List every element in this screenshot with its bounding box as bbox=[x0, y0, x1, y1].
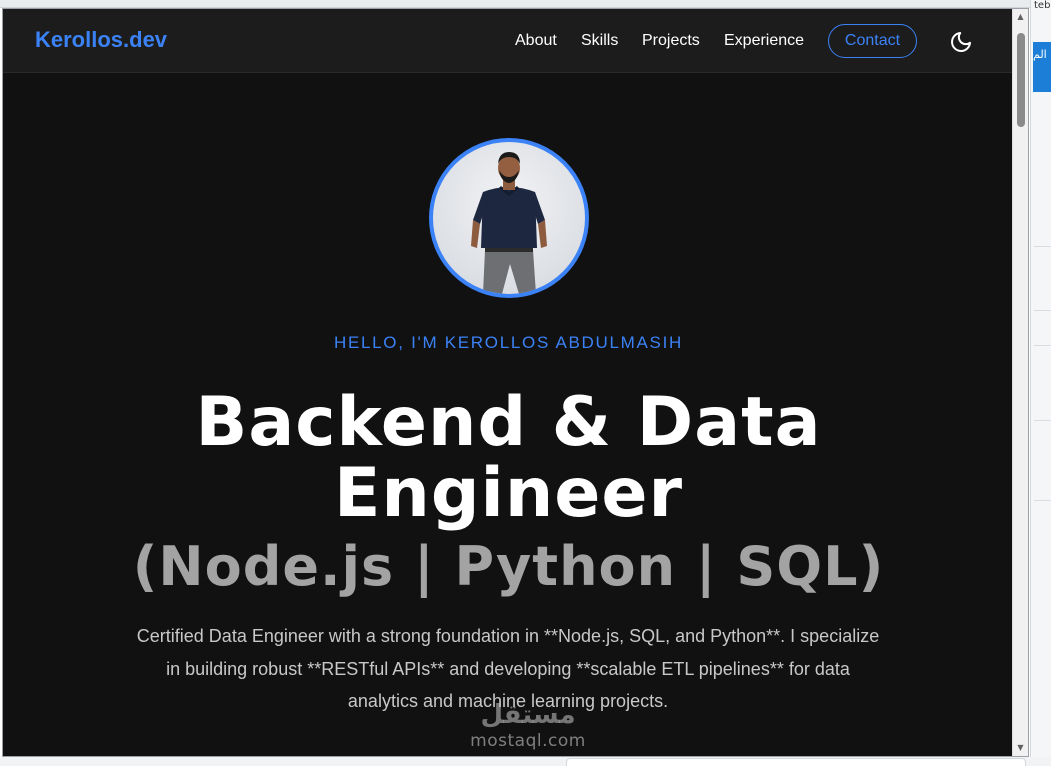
vertical-scrollbar[interactable]: ▲ ▼ bbox=[1012, 9, 1028, 756]
background-window-right bbox=[1030, 0, 1051, 766]
nav-link-skills[interactable]: Skills bbox=[581, 32, 618, 50]
moon-icon[interactable] bbox=[949, 30, 973, 54]
background-window-strip bbox=[0, 0, 1051, 8]
hero-headline-line1: Backend & Data bbox=[195, 383, 822, 462]
avatar bbox=[429, 138, 589, 298]
browser-window: Kerollos.dev About Skills Projects Exper… bbox=[2, 8, 1029, 757]
contact-button[interactable]: Contact bbox=[828, 24, 917, 58]
scroll-down-arrow-icon[interactable]: ▼ bbox=[1013, 740, 1028, 756]
nav-link-projects[interactable]: Projects bbox=[642, 32, 700, 50]
watermark-latin: mostaql.com bbox=[470, 731, 586, 751]
hero-tech-stack: (Node.js | Python | SQL) bbox=[132, 535, 885, 598]
background-bottom-bar bbox=[566, 758, 1026, 766]
nav-link-experience[interactable]: Experience bbox=[724, 32, 804, 50]
background-window-text: teb bbox=[1034, 0, 1051, 11]
background-divider bbox=[1034, 345, 1051, 346]
hero-greeting: HELLO, I'M KEROLLOS ABDULMASIH bbox=[333, 333, 683, 352]
navbar: Kerollos.dev About Skills Projects Exper… bbox=[3, 9, 1014, 73]
brand-logo[interactable]: Kerollos.dev bbox=[35, 27, 167, 53]
hero-bio: Certified Data Engineer with a strong fo… bbox=[136, 626, 880, 711]
background-divider bbox=[1034, 420, 1051, 421]
scrollbar-thumb[interactable] bbox=[1017, 33, 1025, 127]
background-divider bbox=[1034, 500, 1051, 501]
background-divider bbox=[1034, 246, 1051, 247]
background-window-button[interactable]: الم bbox=[1033, 42, 1051, 92]
background-divider bbox=[1034, 310, 1051, 311]
scroll-up-arrow-icon[interactable]: ▲ bbox=[1013, 9, 1028, 25]
hero-section: HELLO, I'M KEROLLOS ABDULMASIH Backend &… bbox=[3, 73, 1014, 756]
page-viewport: Kerollos.dev About Skills Projects Exper… bbox=[3, 9, 1014, 756]
hero-headline-line2: Engineer bbox=[333, 454, 684, 533]
nav-link-about[interactable]: About bbox=[515, 32, 557, 50]
profile-photo bbox=[471, 152, 547, 294]
